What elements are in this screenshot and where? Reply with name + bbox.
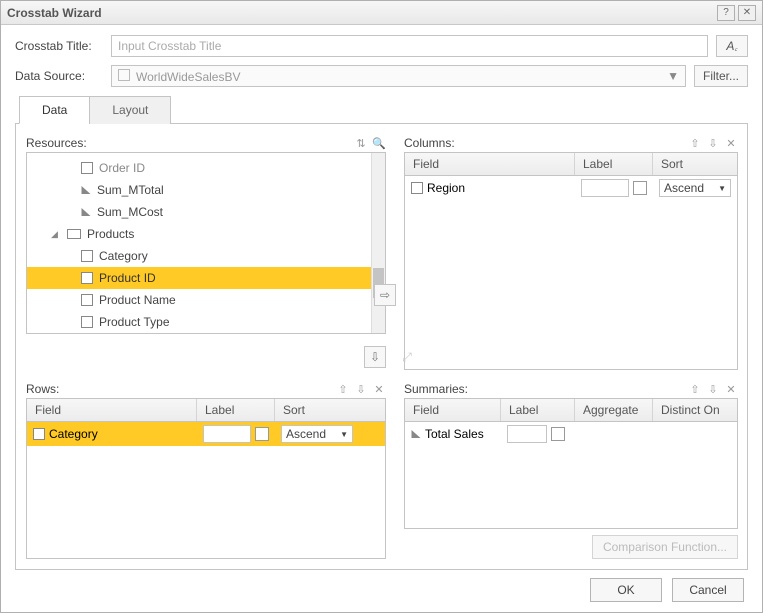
data-source-label: Data Source: — [15, 69, 103, 83]
summaries-grid: Field Label Aggregate Distinct On Total … — [404, 398, 738, 529]
rows-grid: Field Label Sort Category Ascend▼ — [26, 398, 386, 559]
tree-item[interactable]: Product Name — [27, 289, 385, 311]
crosstab-title-row: Crosstab Title: A꜀ — [15, 35, 748, 57]
measure-icon — [82, 186, 91, 194]
chevron-down-icon: ▼ — [667, 69, 679, 83]
tab-data[interactable]: Data — [19, 96, 90, 124]
content: Crosstab Title: A꜀ Data Source: WorldWid… — [1, 25, 762, 612]
data-source-row: Data Source: WorldWideSalesBV ▼ Filter..… — [15, 65, 748, 87]
sort-toggle-icon[interactable]: ⇅ — [354, 136, 368, 150]
tabs-area: Data Layout Resources: ⇅ 🔍 Order — [15, 95, 748, 570]
collapse-icon[interactable]: ◢ — [51, 229, 61, 240]
measure-icon — [412, 430, 421, 438]
col-header-label: Label — [575, 153, 653, 175]
move-right-button[interactable]: ⇨ — [374, 284, 396, 306]
tab-body-data: Resources: ⇅ 🔍 Order ID Sum_MTotal Sum_M… — [15, 123, 748, 570]
field-icon — [81, 162, 93, 174]
row-header-field: Field — [27, 399, 197, 421]
resources-title: Resources: — [26, 136, 87, 150]
rows-panel: Rows: ⇧ ⇩ ✕ Field Label Sort — [26, 380, 386, 559]
tree-item[interactable]: Category — [27, 245, 385, 267]
columns-grid: Field Label Sort Region Ascend▼ — [404, 152, 738, 370]
tree-item-selected[interactable]: Product ID — [27, 267, 385, 289]
summaries-row[interactable]: Total Sales — [405, 422, 737, 446]
font-button[interactable]: A꜀ — [716, 35, 748, 57]
summaries-title: Summaries: — [404, 382, 468, 396]
help-button[interactable]: ? — [717, 5, 735, 21]
crosstab-title-input[interactable] — [111, 35, 708, 57]
summ-header-distinct: Distinct On — [653, 399, 737, 421]
summ-header-aggregate: Aggregate — [575, 399, 653, 421]
ok-button[interactable]: OK — [590, 578, 662, 602]
swap-button[interactable]: ⤢ — [396, 346, 418, 368]
folder-icon — [67, 229, 81, 239]
tree-item[interactable]: Sum_MCost — [27, 201, 385, 223]
sort-select[interactable]: Ascend▼ — [281, 425, 353, 443]
data-source-value: WorldWideSalesBV — [136, 70, 240, 84]
crosstab-wizard-dialog: Crosstab Wizard ? ✕ Crosstab Title: A꜀ D… — [0, 0, 763, 613]
move-up-icon[interactable]: ⇧ — [688, 136, 702, 150]
rows-title: Rows: — [26, 382, 59, 396]
scrollbar[interactable] — [371, 153, 385, 333]
field-icon — [411, 182, 423, 194]
tab-layout[interactable]: Layout — [89, 96, 171, 124]
label-input[interactable] — [507, 425, 547, 443]
filter-button[interactable]: Filter... — [694, 65, 748, 87]
rows-row[interactable]: Category Ascend▼ — [27, 422, 385, 446]
summ-header-label: Label — [501, 399, 575, 421]
remove-icon[interactable]: ✕ — [724, 382, 738, 396]
tabstrip: Data Layout — [19, 96, 748, 124]
resources-tree[interactable]: Order ID Sum_MTotal Sum_MCost ◢Products … — [26, 152, 386, 334]
move-down-icon[interactable]: ⇩ — [706, 136, 720, 150]
cancel-button[interactable]: Cancel — [672, 578, 744, 602]
search-icon[interactable]: 🔍 — [372, 136, 386, 150]
window-title: Crosstab Wizard — [7, 6, 714, 20]
label-input[interactable] — [203, 425, 251, 443]
col-header-field: Field — [405, 153, 575, 175]
resources-panel: Resources: ⇅ 🔍 Order ID Sum_MTotal Sum_M… — [26, 134, 386, 334]
titlebar: Crosstab Wizard ? ✕ — [1, 1, 762, 25]
field-icon — [81, 272, 93, 284]
label-checkbox[interactable] — [633, 181, 647, 195]
datasource-icon — [118, 69, 130, 81]
measure-icon — [82, 208, 91, 216]
tree-item[interactable]: Product Type — [27, 311, 385, 333]
move-down-button[interactable]: ⇩ — [364, 346, 386, 368]
close-button[interactable]: ✕ — [738, 5, 756, 21]
move-up-icon[interactable]: ⇧ — [336, 382, 350, 396]
move-down-icon[interactable]: ⇩ — [354, 382, 368, 396]
field-icon — [81, 316, 93, 328]
sort-select[interactable]: Ascend▼ — [659, 179, 731, 197]
summ-header-field: Field — [405, 399, 501, 421]
tree-item[interactable]: Sum_MTotal — [27, 179, 385, 201]
row-header-sort: Sort — [275, 399, 385, 421]
row-header-label: Label — [197, 399, 275, 421]
remove-icon[interactable]: ✕ — [372, 382, 386, 396]
tree-item[interactable]: Order ID — [27, 157, 385, 179]
field-icon — [81, 250, 93, 262]
col-header-sort: Sort — [653, 153, 737, 175]
label-checkbox[interactable] — [551, 427, 565, 441]
tree-folder[interactable]: ◢Products — [27, 223, 385, 245]
comparison-function-button[interactable]: Comparison Function... — [592, 535, 738, 559]
label-checkbox[interactable] — [255, 427, 269, 441]
remove-icon[interactable]: ✕ — [724, 136, 738, 150]
columns-title: Columns: — [404, 136, 455, 150]
dialog-footer: OK Cancel — [15, 578, 748, 602]
label-input[interactable] — [581, 179, 629, 197]
columns-panel: ⇨ Columns: ⇧ ⇩ ✕ Field Label — [404, 134, 738, 370]
field-icon — [81, 294, 93, 306]
move-up-icon[interactable]: ⇧ — [688, 382, 702, 396]
columns-row[interactable]: Region Ascend▼ — [405, 176, 737, 200]
crosstab-title-label: Crosstab Title: — [15, 39, 103, 53]
summaries-panel: Summaries: ⇧ ⇩ ✕ Field Label Aggregate D… — [404, 380, 738, 559]
move-down-icon[interactable]: ⇩ — [706, 382, 720, 396]
field-icon — [33, 428, 45, 440]
arrow-row: ⇩ ⤢ — [26, 344, 386, 370]
data-source-select[interactable]: WorldWideSalesBV ▼ — [111, 65, 686, 87]
